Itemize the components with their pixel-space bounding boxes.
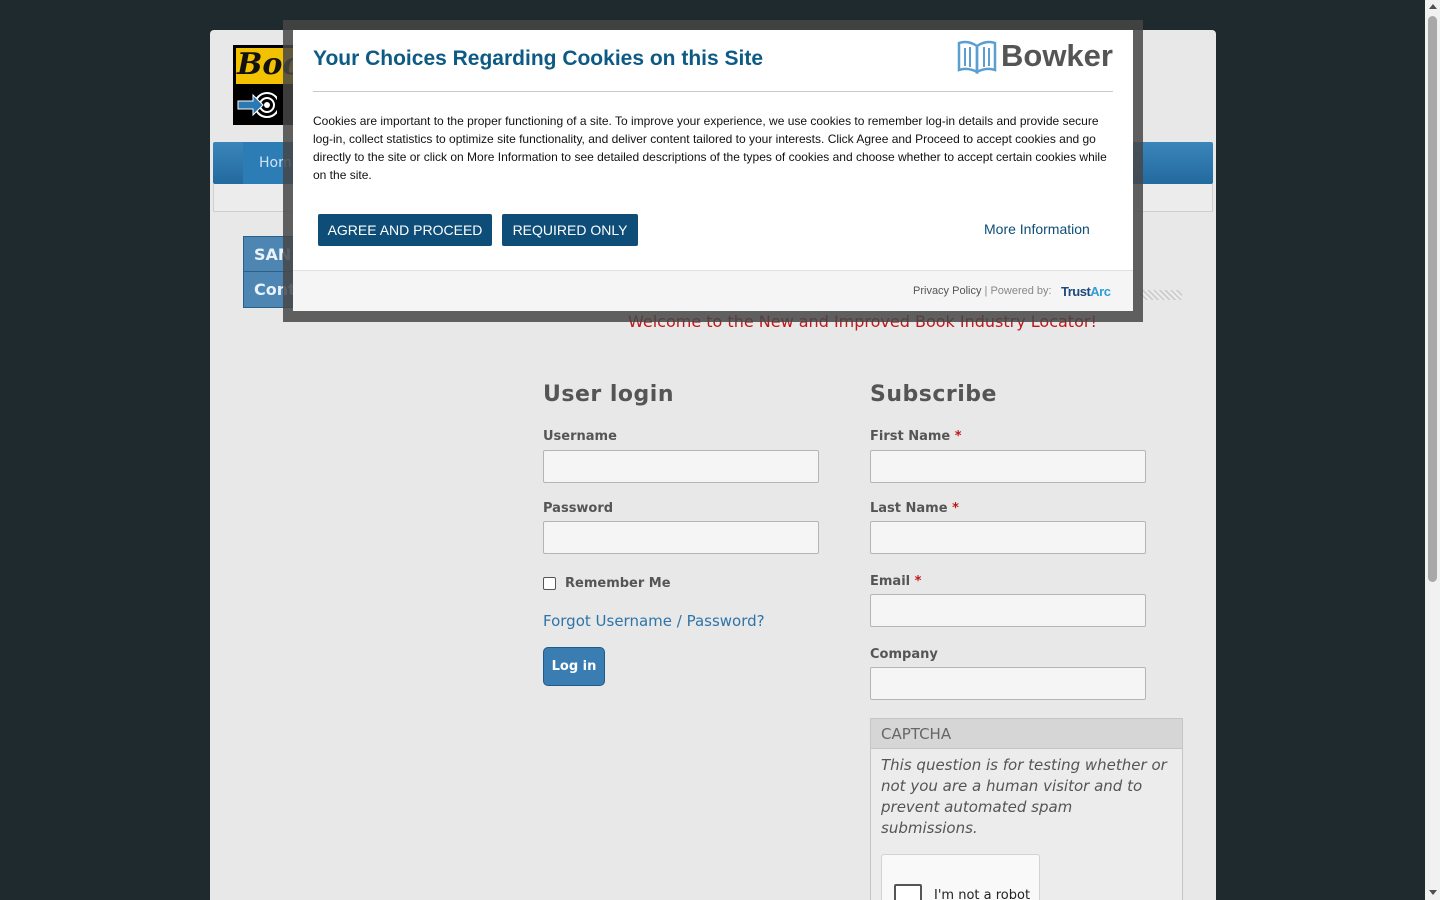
password-label: Password — [543, 501, 614, 516]
scroll-down-arrow-icon[interactable] — [1429, 890, 1437, 895]
captcha-description: This question is for testing whether or … — [881, 756, 1167, 837]
first-name-label-text: First Name — [870, 429, 951, 444]
modal-divider — [313, 91, 1113, 92]
password-input[interactable] — [543, 521, 819, 554]
first-name-input[interactable] — [870, 450, 1146, 483]
remember-me-label: Remember Me — [565, 576, 671, 591]
login-title: User login — [543, 382, 674, 407]
subscribe-title: Subscribe — [870, 382, 997, 407]
last-name-label: Last Name * — [870, 501, 959, 516]
decorative-hatch — [1140, 290, 1182, 300]
captcha-fieldset: CAPTCHA This question is for testing whe… — [870, 718, 1183, 900]
cookie-modal-footer: Privacy Policy | Powered by: TrustArc — [293, 270, 1133, 311]
login-button[interactable]: Log in — [543, 647, 605, 686]
email-label-text: Email — [870, 574, 911, 589]
required-marker: * — [954, 429, 962, 444]
last-name-label-text: Last Name — [870, 501, 948, 516]
recaptcha-label: I'm not a robot — [934, 888, 1031, 900]
cookie-modal-title: Your Choices Regarding Cookies on this S… — [313, 47, 764, 70]
required-marker: * — [952, 501, 959, 516]
bowker-brand-text: Bowker — [1001, 38, 1113, 73]
last-name-input[interactable] — [870, 521, 1146, 554]
forgot-password-link[interactable]: Forgot Username / Password? — [543, 612, 765, 630]
agree-and-proceed-button[interactable]: AGREE AND PROCEED — [318, 214, 492, 246]
cookie-modal-body: Cookies are important to the proper func… — [313, 114, 1107, 182]
scrollbar-thumb[interactable] — [1428, 16, 1437, 582]
email-label: Email * — [870, 574, 921, 589]
trustarc-arc: Arc — [1090, 284, 1111, 299]
more-information-link[interactable]: More Information — [984, 221, 1090, 237]
vertical-scrollbar[interactable] — [1425, 0, 1440, 900]
username-label: Username — [543, 429, 617, 444]
required-marker: * — [914, 574, 922, 589]
cookie-consent-modal: Your Choices Regarding Cookies on this S… — [293, 30, 1133, 311]
captcha-legend: CAPTCHA — [871, 719, 1182, 749]
username-input[interactable] — [543, 450, 819, 483]
recaptcha-widget[interactable]: I'm not a robot — [881, 854, 1040, 900]
first-name-label: First Name * — [870, 429, 962, 444]
bowker-logo: Bowker — [957, 38, 1113, 76]
remember-me-checkbox[interactable] — [543, 577, 556, 590]
privacy-policy-link[interactable]: Privacy Policy — [913, 285, 981, 297]
company-label: Company — [870, 647, 938, 662]
recaptcha-checkbox[interactable] — [894, 884, 922, 900]
footer-text: Privacy Policy | Powered by: — [913, 285, 1052, 297]
required-only-button[interactable]: REQUIRED ONLY — [502, 214, 638, 246]
company-input[interactable] — [870, 667, 1146, 700]
email-input[interactable] — [870, 594, 1146, 627]
target-arrow-icon — [237, 92, 277, 118]
scroll-up-arrow-icon[interactable] — [1429, 4, 1437, 9]
remember-me[interactable]: Remember Me — [543, 576, 671, 591]
trustarc-trust: Trust — [1061, 284, 1091, 299]
book-icon — [957, 40, 997, 74]
trustarc-logo[interactable]: TrustArc — [1061, 284, 1111, 299]
powered-by-text: | Powered by: — [981, 285, 1052, 297]
